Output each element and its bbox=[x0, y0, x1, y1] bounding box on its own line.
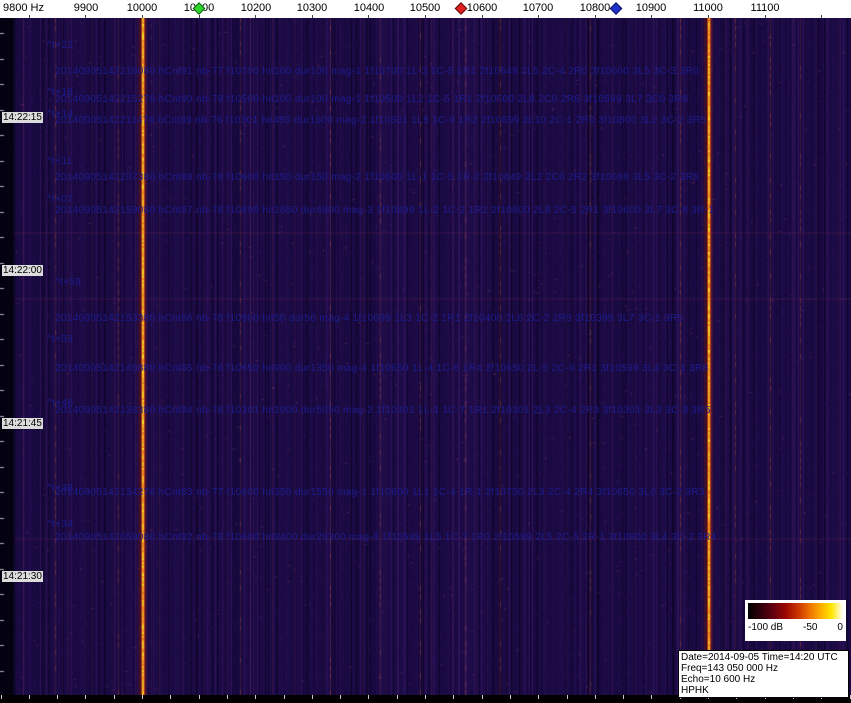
freq-tick-mark-bottom bbox=[57, 695, 59, 699]
info-freq-line: Freq=143 050 000 Hz bbox=[681, 663, 779, 674]
freq-axis-label: 10300 bbox=[296, 2, 328, 14]
freq-tick-mark-top bbox=[821, 15, 823, 18]
freq-tick-mark-top bbox=[481, 15, 483, 18]
info-date-line: Date=2014-09-05 Time=14:20 UTC bbox=[681, 652, 838, 663]
freq-tick-mark-top bbox=[28, 15, 30, 18]
freq-tick-mark-bottom bbox=[396, 695, 398, 699]
freq-axis-label: 10400 bbox=[353, 2, 385, 14]
freq-axis-label: 10500 bbox=[409, 2, 441, 14]
colorbar-min-label: -100 dB bbox=[748, 622, 784, 633]
info-box: Date=2014-09-05 Time=14:20 UTC Freq=143 … bbox=[678, 650, 849, 698]
freq-tick-mark-top bbox=[764, 15, 766, 18]
freq-tick-mark-bottom bbox=[0, 695, 2, 699]
freq-tick-mark-bottom bbox=[538, 695, 540, 699]
freq-axis-label: 10200 bbox=[240, 2, 272, 14]
freq-tick-mark-top bbox=[708, 15, 709, 18]
freq-tick-mark-top bbox=[255, 15, 257, 18]
freq-tick-mark-bottom bbox=[425, 695, 426, 699]
freq-axis-label: 10900 bbox=[635, 2, 667, 14]
colorbar-gradient bbox=[748, 603, 843, 619]
freq-tick-mark-bottom bbox=[481, 695, 483, 699]
freq-tick-mark-bottom bbox=[594, 695, 596, 699]
freq-tick-mark-bottom bbox=[509, 695, 511, 699]
freq-tick-mark-bottom bbox=[255, 695, 257, 699]
freq-tick-mark-bottom bbox=[651, 695, 653, 699]
freq-tick-mark-bottom bbox=[849, 695, 851, 699]
info-echo-line: Echo=10 600 Hz bbox=[681, 674, 756, 685]
freq-tick-mark-bottom bbox=[340, 695, 342, 699]
freq-axis-label: 11000 bbox=[693, 2, 723, 14]
freq-tick-mark-top bbox=[425, 15, 426, 18]
freq-axis-label: 10600 bbox=[466, 2, 498, 14]
frequency-axis: 9800 Hz 9900 10000 10100 10200 10300 104… bbox=[0, 0, 851, 18]
colorbar-max-label: 0 bbox=[837, 622, 843, 633]
freq-axis-label: 10700 bbox=[522, 2, 554, 14]
colorbar-labels: -100 dB -50 0 bbox=[748, 622, 843, 633]
freq-axis-label: 10000 bbox=[126, 2, 158, 14]
freq-tick-mark-top bbox=[651, 15, 653, 18]
freq-tick-mark-bottom bbox=[566, 695, 568, 699]
freq-tick-mark-top bbox=[368, 15, 370, 18]
freq-tick-mark-bottom bbox=[28, 695, 30, 699]
freq-tick-mark-bottom bbox=[623, 695, 625, 699]
freq-tick-mark-top bbox=[142, 15, 143, 18]
freq-tick-mark-bottom bbox=[142, 695, 143, 699]
marker-diamond-blue[interactable] bbox=[609, 2, 623, 15]
freq-axis-label: 9800 Hz bbox=[3, 2, 44, 14]
freq-tick-mark-top bbox=[198, 15, 200, 18]
spectrogram-app: 9800 Hz 9900 10000 10100 10200 10300 104… bbox=[0, 0, 851, 703]
freq-tick-mark-bottom bbox=[113, 695, 115, 699]
freq-tick-mark-bottom bbox=[453, 695, 455, 699]
freq-tick-mark-bottom bbox=[283, 695, 285, 699]
freq-tick-mark-top bbox=[594, 15, 596, 18]
freq-axis-label: 9900 bbox=[73, 2, 99, 14]
freq-tick-mark-bottom bbox=[226, 695, 228, 699]
colorbar-legend: -100 dB -50 0 bbox=[745, 600, 846, 641]
freq-tick-mark-bottom bbox=[368, 695, 370, 699]
colorbar-mid-label: -50 bbox=[803, 622, 818, 633]
freq-axis-label: 11100 bbox=[750, 2, 780, 14]
freq-tick-mark-top bbox=[311, 15, 313, 18]
freq-tick-mark-bottom bbox=[85, 695, 87, 699]
freq-tick-mark-bottom bbox=[198, 695, 200, 699]
spectrogram-canvas[interactable] bbox=[0, 18, 851, 695]
freq-tick-mark-top bbox=[85, 15, 87, 18]
freq-axis-label: 10800 bbox=[579, 2, 611, 14]
freq-tick-mark-top bbox=[538, 15, 540, 18]
freq-tick-mark-bottom bbox=[170, 695, 172, 699]
info-station-line: HPHK bbox=[681, 685, 709, 696]
marker-diamond-red[interactable] bbox=[454, 2, 468, 15]
freq-tick-mark-bottom bbox=[311, 695, 313, 699]
